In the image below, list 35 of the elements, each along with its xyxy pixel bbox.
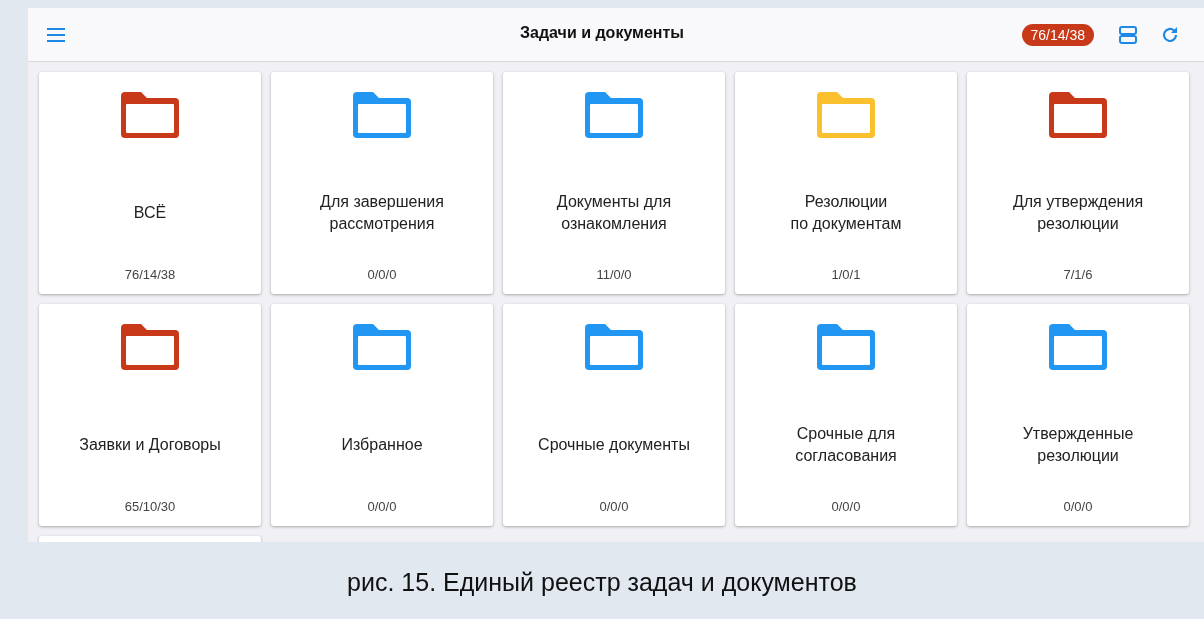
folder-count: 7/1/6 — [1063, 267, 1093, 282]
folder-title: Избранное — [341, 434, 423, 455]
folder-count: 0/0/0 — [367, 499, 397, 514]
folder-title: Срочные для согласования — [795, 423, 897, 466]
folder-card[interactable]: ВСЁ 76/14/38 — [39, 72, 261, 294]
folder-count: 65/10/30 — [124, 499, 176, 514]
folder-card[interactable]: Срочные документы 0/0/0 — [503, 304, 725, 526]
screen-title: Задачи и документы — [520, 24, 684, 42]
folder-title: Утвержденные резолюции — [1022, 423, 1134, 466]
folder-title: Заявки и Договоры — [79, 434, 221, 455]
rows-icon — [1118, 24, 1138, 45]
folder-title: Резолюции по документам — [790, 191, 902, 234]
folder-card[interactable]: Утвержденные резолюции 0/0/0 — [967, 304, 1189, 526]
folder-count: 0/0/0 — [599, 499, 629, 514]
counter-badge: 76/14/38 — [1021, 23, 1094, 46]
folder-card[interactable]: Заявки и Договоры 65/10/30 — [39, 304, 261, 526]
folder-title: Срочные документы — [538, 434, 690, 455]
folder-card[interactable]: Резолюции по документам 1/0/1 — [735, 72, 957, 294]
folder-title: Для утверждения резолюции — [1012, 191, 1144, 234]
folder-count: 0/0/0 — [831, 499, 861, 514]
folder-count: 1/0/1 — [831, 267, 861, 282]
menu-icon — [46, 26, 66, 43]
folder-card[interactable]: Для завершения рассмотрения 0/0/0 — [271, 72, 493, 294]
folder-count: 0/0/0 — [367, 267, 397, 282]
folder-title: ВСЁ — [133, 202, 167, 223]
folder-count: 76/14/38 — [124, 267, 176, 282]
folder-count: 0/0/0 — [1063, 499, 1093, 514]
folder-count: 11/0/0 — [596, 267, 632, 282]
folder-title: Для завершения рассмотрения — [320, 191, 444, 234]
figure-caption: рис. 15. Единый реестр задач и документов — [346, 568, 858, 597]
folder-title: Документы для ознакомления — [556, 191, 672, 234]
folder-card[interactable]: Для утверждения резолюции 7/1/6 — [967, 72, 1189, 294]
folder-card[interactable]: Срочные для согласования 0/0/0 — [735, 304, 957, 526]
folder-card[interactable]: Документы для ознакомления 11/0/0 — [503, 72, 725, 294]
folder-card[interactable]: Избранное 0/0/0 — [271, 304, 493, 526]
